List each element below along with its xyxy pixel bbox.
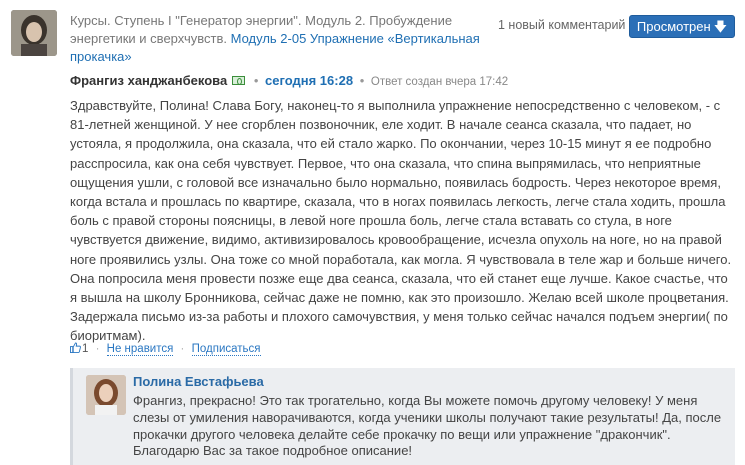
reply-avatar-photo (86, 375, 126, 415)
reply-comment: Полина Евстафьева Франгиз, прекрасно! Эт… (70, 368, 735, 465)
comment-text: Здравствуйте, Полина! Слава Богу, наконе… (70, 98, 732, 344)
new-comments-count: 1 новый комментарий (498, 18, 626, 32)
viewed-button-label: Просмотрен (636, 19, 711, 34)
created-note: Ответ создан вчера 17:42 (370, 76, 509, 88)
money-icon (232, 76, 246, 86)
arrow-down-icon: 🡇 (713, 19, 728, 34)
action-separator: · (95, 343, 100, 355)
like-count: 1 (82, 343, 89, 355)
comment-author[interactable]: Франгиз ханджанбекова (70, 73, 227, 88)
subscribe-link[interactable]: Подписаться (191, 343, 261, 356)
reply-text: Франгиз, прекрасно! Это так трогательно,… (133, 393, 722, 459)
post-breadcrumb: Курсы. Ступень I "Генератор энергии". Мо… (70, 12, 500, 66)
dislike-link[interactable]: Не нравится (106, 343, 174, 356)
viewed-button[interactable]: Просмотрен 🡇 (629, 15, 735, 38)
comment-meta: Франгиз ханджанбекова • сегодня 16:28 • … (70, 73, 508, 90)
author-avatar[interactable] (11, 10, 57, 56)
meta-separator: • (253, 73, 259, 88)
reply-avatar[interactable] (86, 375, 126, 415)
action-separator-2: · (180, 343, 185, 355)
meta-separator-2: • (359, 73, 365, 88)
thumbs-up-icon[interactable] (70, 342, 81, 354)
comment-actions: 1 · Не нравится · Подписаться (70, 341, 261, 357)
reply-author[interactable]: Полина Евстафьева (133, 374, 264, 389)
comment-time[interactable]: сегодня 16:28 (265, 73, 353, 88)
avatar-photo (11, 10, 57, 56)
